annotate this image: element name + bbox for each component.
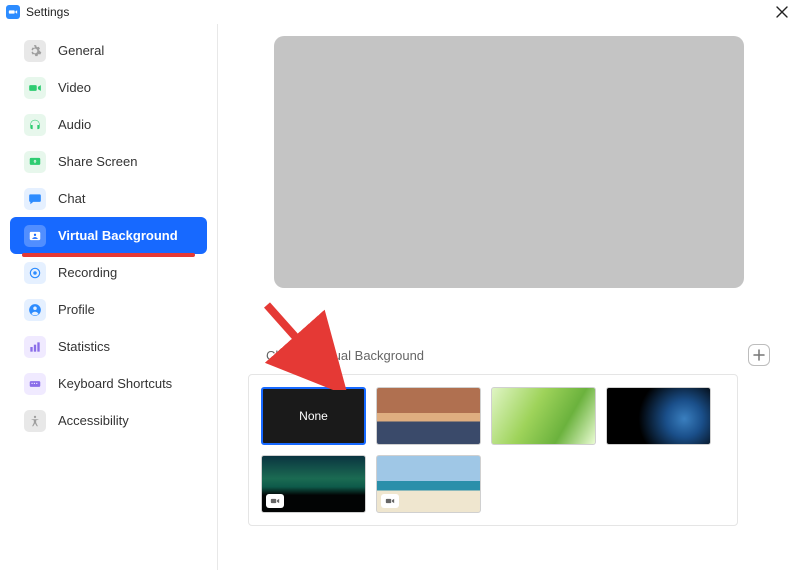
headphones-icon (24, 114, 46, 136)
content-body: General Video Audio Share Screen Chat (0, 24, 800, 570)
thumb-none-label: None (299, 409, 328, 423)
plus-icon (753, 349, 765, 361)
sidebar-item-label: Keyboard Shortcuts (58, 376, 172, 391)
add-background-button[interactable] (748, 344, 770, 366)
sidebar-item-label: Statistics (58, 339, 110, 354)
sidebar-item-share-screen[interactable]: Share Screen (10, 143, 207, 180)
sidebar-item-label: Audio (58, 117, 91, 132)
sidebar-item-general[interactable]: General (10, 32, 207, 69)
sidebar-item-chat[interactable]: Chat (10, 180, 207, 217)
chat-icon (24, 188, 46, 210)
section-header-row: Choose Virtual Background (244, 344, 774, 374)
background-thumb-grass[interactable] (491, 387, 596, 445)
sidebar-item-audio[interactable]: Audio (10, 106, 207, 143)
accessibility-icon (24, 410, 46, 432)
sidebar-item-recording[interactable]: Recording (10, 254, 207, 291)
gear-icon (24, 40, 46, 62)
background-thumb-none[interactable]: None (261, 387, 366, 445)
sidebar-item-profile[interactable]: Profile (10, 291, 207, 328)
statistics-icon (24, 336, 46, 358)
background-thumb-bridge[interactable] (376, 387, 481, 445)
sidebar-item-label: Chat (58, 191, 85, 206)
recording-icon (24, 262, 46, 284)
titlebar-left: Settings (6, 5, 69, 19)
sidebar-item-label: Profile (58, 302, 95, 317)
sidebar-item-keyboard-shortcuts[interactable]: Keyboard Shortcuts (10, 365, 207, 402)
sidebar-item-statistics[interactable]: Statistics (10, 328, 207, 365)
video-badge-icon (381, 494, 399, 508)
section-title: Choose Virtual Background (266, 348, 424, 363)
background-thumbnail-panel: None (248, 374, 738, 526)
close-icon (776, 6, 788, 18)
background-thumb-beach[interactable] (376, 455, 481, 513)
background-thumbnail-grid: None (261, 387, 725, 513)
sidebar-item-label: Accessibility (58, 413, 129, 428)
main-content: Choose Virtual Background None (218, 24, 800, 570)
sidebar-item-label: Virtual Background (58, 228, 178, 243)
sidebar-item-label: Share Screen (58, 154, 138, 169)
background-thumb-earth[interactable] (606, 387, 711, 445)
keyboard-icon (24, 373, 46, 395)
virtual-background-icon (24, 225, 46, 247)
video-badge-icon (266, 494, 284, 508)
sidebar-item-label: Video (58, 80, 91, 95)
sidebar: General Video Audio Share Screen Chat (0, 24, 218, 570)
sidebar-item-accessibility[interactable]: Accessibility (10, 402, 207, 439)
share-screen-icon (24, 151, 46, 173)
sidebar-item-label: General (58, 43, 104, 58)
sidebar-item-video[interactable]: Video (10, 69, 207, 106)
background-thumb-aurora[interactable] (261, 455, 366, 513)
profile-icon (24, 299, 46, 321)
video-preview (274, 36, 744, 288)
sidebar-item-virtual-background[interactable]: Virtual Background (10, 217, 207, 254)
sidebar-item-label: Recording (58, 265, 117, 280)
app-icon (6, 5, 20, 19)
titlebar: Settings (0, 0, 800, 24)
highlight-underline (22, 253, 195, 257)
close-button[interactable] (770, 0, 794, 24)
window-title: Settings (26, 5, 69, 19)
camera-icon (24, 77, 46, 99)
